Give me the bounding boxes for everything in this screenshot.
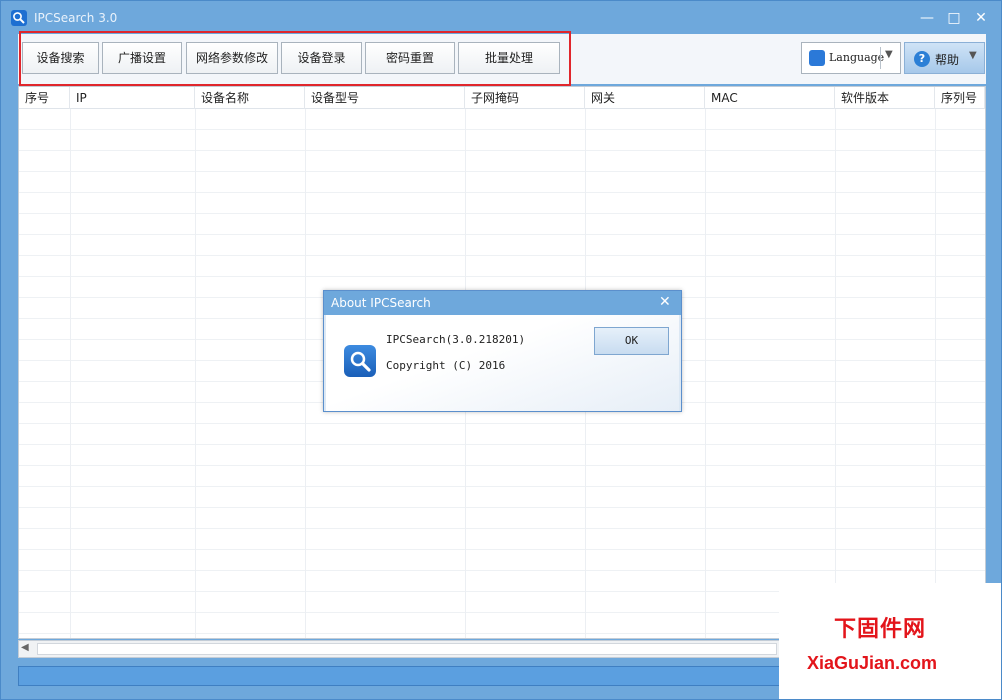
question-icon: ? — [914, 51, 930, 67]
table-row — [19, 466, 985, 487]
column-header-index[interactable]: 序号 — [19, 87, 70, 109]
password-reset-button[interactable]: 密码重置 — [365, 42, 455, 74]
column-header-device-model[interactable]: 设备型号 — [305, 87, 465, 109]
watermark: 下固件网 XiaGuJian.com — [779, 583, 1001, 699]
chevron-down-icon[interactable]: ▼ — [969, 50, 977, 61]
app-search-icon — [11, 10, 27, 26]
help-label: 帮助 — [935, 53, 960, 67]
title-bar: IPCSearch 3.0 — □ ✕ — [1, 1, 1001, 35]
horizontal-scrollbar[interactable]: ◀ — [18, 640, 780, 658]
table-row — [19, 508, 985, 529]
table-row — [19, 256, 985, 277]
column-header-device-name[interactable]: 设备名称 — [195, 87, 305, 109]
globe-icon — [809, 50, 825, 66]
table-row — [19, 172, 985, 193]
column-divider — [195, 109, 196, 638]
dialog-title: About IPCSearch — [331, 296, 431, 310]
column-divider — [705, 109, 706, 638]
watermark-en-text: XiaGuJian.com — [807, 653, 938, 673]
scroll-left-icon[interactable]: ◀ — [21, 642, 29, 653]
table-row — [19, 151, 985, 172]
broadcast-settings-button[interactable]: 广播设置 — [102, 42, 182, 74]
progress-bar — [18, 666, 780, 686]
dialog-close-icon[interactable]: ✕ — [659, 294, 671, 310]
table-row — [19, 109, 985, 130]
column-header-serial-number[interactable]: 序列号 — [935, 87, 985, 109]
table-row — [19, 487, 985, 508]
column-divider — [935, 109, 936, 638]
table-header: 序号 IP 设备名称 设备型号 子网掩码 网关 MAC 软件版本 序列号 — [19, 87, 985, 109]
window-title: IPCSearch 3.0 — [34, 11, 118, 25]
table-row — [19, 445, 985, 466]
column-divider — [70, 109, 71, 638]
app-search-icon — [344, 345, 376, 377]
dialog-title-bar: About IPCSearch ✕ — [324, 291, 681, 315]
scrollbar-thumb[interactable] — [37, 643, 777, 655]
column-divider — [305, 109, 306, 638]
ok-button[interactable]: OK — [594, 327, 669, 355]
dropdown-separator — [880, 47, 881, 69]
table-row — [19, 424, 985, 445]
table-row — [19, 214, 985, 235]
minimize-button[interactable]: — — [917, 9, 937, 27]
product-version-text: IPCSearch(3.0.218201) — [386, 333, 526, 346]
network-params-button[interactable]: 网络参数修改 — [186, 42, 278, 74]
table-row — [19, 529, 985, 550]
dialog-body: IPCSearch(3.0.218201) Copyright (C) 2016… — [326, 315, 679, 411]
table-row — [19, 550, 985, 571]
column-header-software-version[interactable]: 软件版本 — [835, 87, 935, 109]
maximize-button[interactable]: □ — [944, 9, 964, 27]
column-header-subnet-mask[interactable]: 子网掩码 — [465, 87, 585, 109]
about-dialog: About IPCSearch ✕ IPCSearch(3.0.218201) … — [323, 290, 682, 412]
help-button[interactable]: ? 帮助 ▼ — [904, 42, 985, 74]
column-header-ip[interactable]: IP — [70, 87, 195, 109]
device-search-button[interactable]: 设备搜索 — [22, 42, 99, 74]
table-row — [19, 193, 985, 214]
main-window: IPCSearch 3.0 — □ ✕ 设备搜索 广播设置 网络参数修改 设备登… — [0, 0, 1002, 700]
copyright-text: Copyright (C) 2016 — [386, 359, 506, 372]
chevron-down-icon[interactable]: ▼ — [885, 49, 893, 60]
batch-process-button[interactable]: 批量处理 — [458, 42, 560, 74]
language-dropdown[interactable]: Language ▼ — [801, 42, 901, 74]
column-header-mac[interactable]: MAC — [705, 87, 835, 109]
language-label: Language — [829, 51, 885, 64]
table-row — [19, 130, 985, 151]
table-row — [19, 235, 985, 256]
column-header-gateway[interactable]: 网关 — [585, 87, 705, 109]
device-login-button[interactable]: 设备登录 — [281, 42, 362, 74]
column-divider — [835, 109, 836, 638]
close-button[interactable]: ✕ — [971, 9, 991, 27]
watermark-cn-text: 下固件网 — [834, 617, 927, 642]
